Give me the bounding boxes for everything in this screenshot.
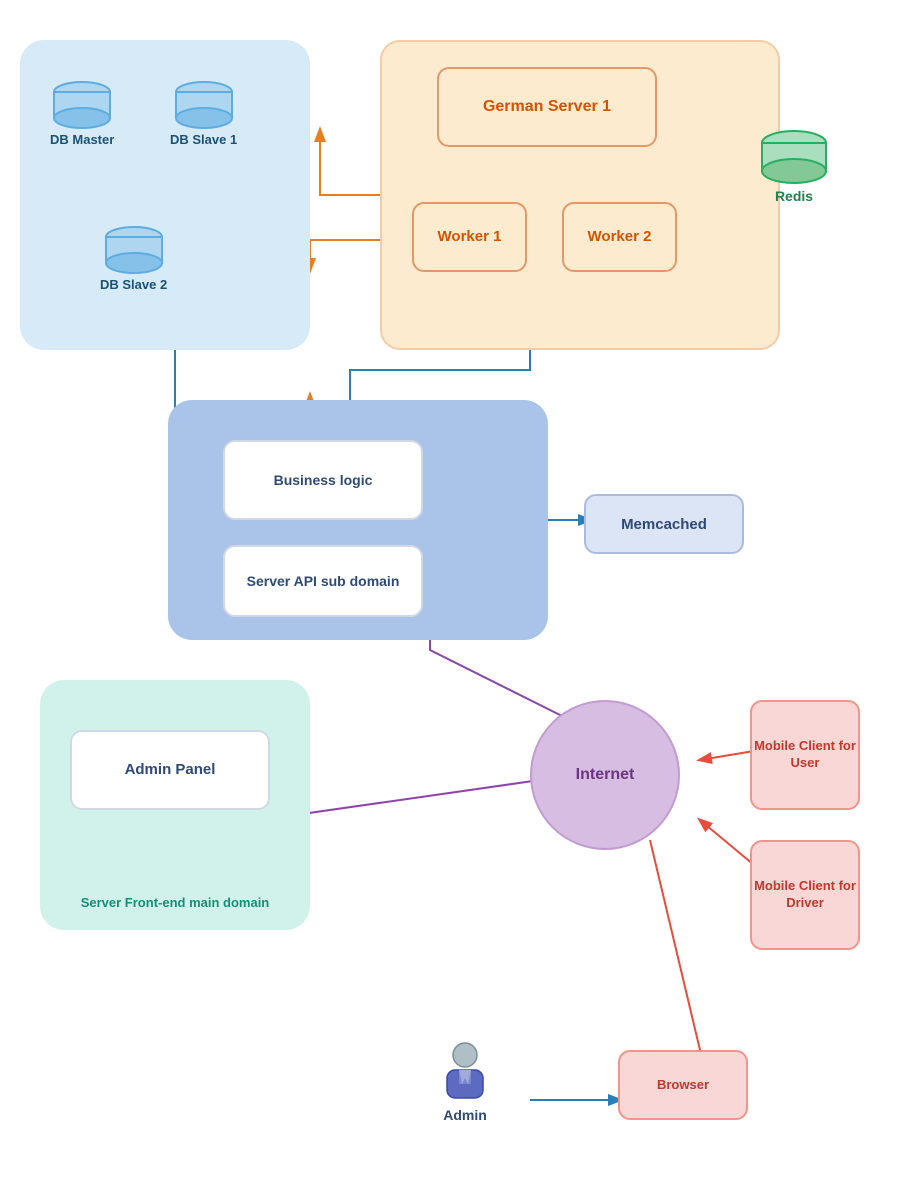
browser: Browser bbox=[618, 1050, 748, 1120]
server-api: Server API sub domain bbox=[223, 545, 423, 617]
db-slave1: DB Slave 1 bbox=[170, 80, 237, 147]
db-master: DB Master bbox=[50, 80, 114, 147]
db-group: DB Master DB Slave 1 DB Slave 2 bbox=[20, 40, 310, 350]
redis: Redis bbox=[760, 130, 828, 204]
mobile-client-driver: Mobile Client for Driver bbox=[750, 840, 860, 950]
admin-figure: Admin bbox=[435, 1040, 495, 1123]
german-server1: German Server 1 bbox=[437, 67, 657, 147]
db-slave2: DB Slave 2 bbox=[100, 225, 167, 292]
german-server-group: German Server 1 Worker 1 Worker 2 bbox=[380, 40, 780, 350]
mobile-client-user: Mobile Client for User bbox=[750, 700, 860, 810]
worker2: Worker 2 bbox=[562, 202, 677, 272]
worker1: Worker 1 bbox=[412, 202, 527, 272]
business-logic: Business logic bbox=[223, 440, 423, 520]
server-group: Business logic Server API sub domain bbox=[168, 400, 548, 640]
internet: Internet bbox=[530, 700, 680, 850]
admin-panel: Admin Panel bbox=[70, 730, 270, 810]
memcached: Memcached bbox=[584, 494, 744, 554]
server-frontend-label: Server Front-end main domain bbox=[40, 895, 310, 910]
frontend-group: Admin Panel Server Front-end main domain bbox=[40, 680, 310, 930]
diagram-container: DB Master DB Slave 1 DB Slave 2 German S… bbox=[0, 0, 917, 1200]
